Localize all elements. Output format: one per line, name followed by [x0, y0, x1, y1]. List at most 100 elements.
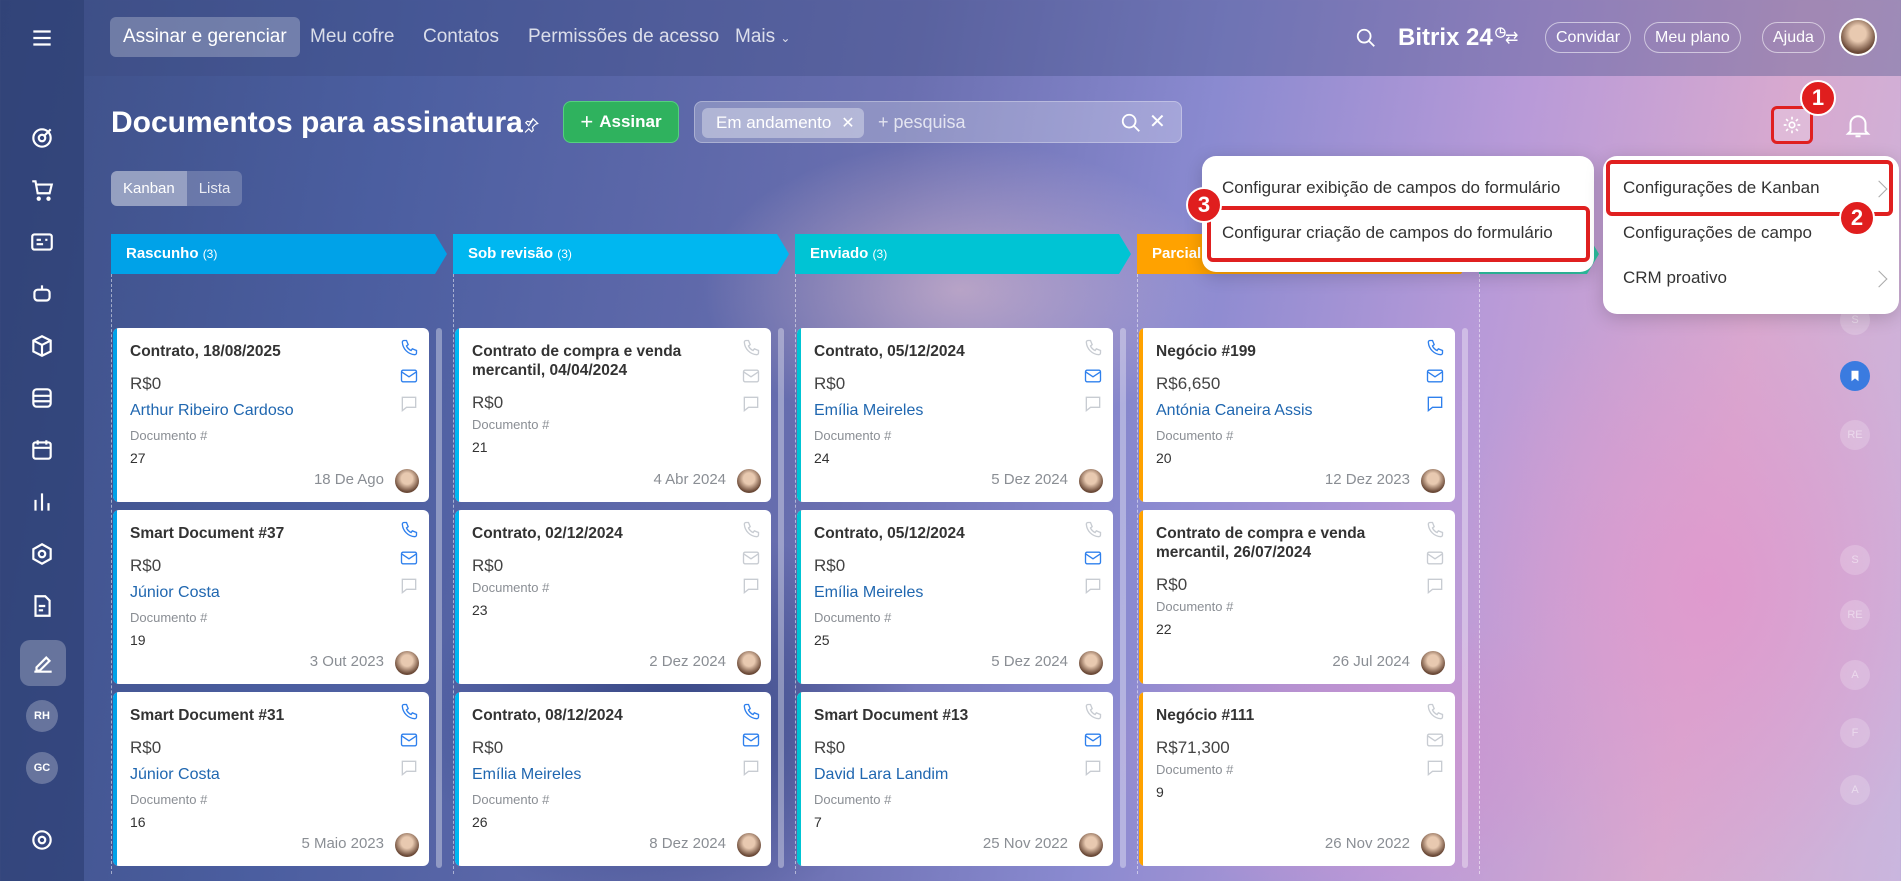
- phone-icon[interactable]: [1083, 702, 1103, 722]
- mail-icon[interactable]: [1425, 366, 1445, 386]
- bookmark-icon[interactable]: [1840, 361, 1870, 391]
- nav-sign-manage[interactable]: Assinar e gerenciar: [110, 17, 300, 57]
- avatar[interactable]: GC: [26, 752, 58, 784]
- chat-icon[interactable]: [741, 758, 761, 778]
- avatar[interactable]: [1421, 469, 1445, 493]
- card-client-link[interactable]: Emília Meireles: [814, 584, 923, 602]
- pin-icon[interactable]: [522, 116, 540, 134]
- rail-avatar[interactable]: F: [1840, 718, 1870, 748]
- mail-icon[interactable]: [741, 548, 761, 568]
- card-client-link[interactable]: Emília Meireles: [814, 402, 923, 420]
- column-scrollbar[interactable]: [778, 328, 784, 868]
- invite-button[interactable]: Convidar: [1545, 22, 1632, 53]
- rail-avatar[interactable]: RE: [1840, 420, 1870, 450]
- search-icon[interactable]: [1355, 27, 1377, 49]
- avatar[interactable]: [1079, 469, 1103, 493]
- avatar[interactable]: [395, 651, 419, 675]
- phone-icon[interactable]: [741, 702, 761, 722]
- phone-icon[interactable]: [1425, 338, 1445, 358]
- card-client-link[interactable]: Júnior Costa: [130, 584, 220, 602]
- avatar[interactable]: [395, 833, 419, 857]
- chat-icon[interactable]: [399, 758, 419, 778]
- my-plan-button[interactable]: Meu plano: [1644, 22, 1741, 53]
- chat-icon[interactable]: [399, 394, 419, 414]
- user-avatar[interactable]: [1839, 18, 1877, 56]
- search-input[interactable]: + pesquisa: [878, 112, 966, 133]
- card-title[interactable]: Contrato de compra e venda mercantil, 26…: [1156, 524, 1416, 562]
- rail-avatar[interactable]: A: [1840, 660, 1870, 690]
- chart-icon[interactable]: [22, 482, 62, 522]
- chat-icon[interactable]: [741, 576, 761, 596]
- card-client-link[interactable]: Emília Meireles: [472, 766, 581, 784]
- nav-access-permissions[interactable]: Permissões de acesso: [515, 17, 732, 57]
- column-header-enviado[interactable]: Enviado (3): [795, 234, 1131, 274]
- close-icon[interactable]: ✕: [841, 115, 854, 132]
- chat-icon[interactable]: [1425, 758, 1445, 778]
- nav-my-vault[interactable]: Meu cofre: [297, 17, 407, 57]
- column-scrollbar[interactable]: [1462, 328, 1468, 868]
- cart-icon[interactable]: [22, 170, 62, 210]
- contact-card-icon[interactable]: [22, 222, 62, 262]
- card-title[interactable]: Contrato, 08/12/2024: [472, 706, 732, 725]
- sign-button[interactable]: + Assinar: [563, 101, 679, 143]
- help-button[interactable]: Ajuda: [1762, 22, 1825, 53]
- kanban-card[interactable]: Contrato, 05/12/2024 R$0 Emília Meireles Do…: [797, 328, 1113, 502]
- mail-icon[interactable]: [399, 730, 419, 750]
- card-client-link[interactable]: David Lara Landim: [814, 766, 948, 784]
- mail-icon[interactable]: [1083, 730, 1103, 750]
- kanban-card[interactable]: Contrato, 18/08/2025 R$0 Arthur Ribeiro Ca…: [113, 328, 429, 502]
- chat-icon[interactable]: [1425, 576, 1445, 596]
- nav-contacts[interactable]: Contatos: [410, 17, 512, 57]
- mail-icon[interactable]: [1083, 366, 1103, 386]
- chat-icon[interactable]: [1083, 576, 1103, 596]
- card-title[interactable]: Contrato, 18/08/2025: [130, 342, 390, 361]
- avatar[interactable]: [737, 833, 761, 857]
- phone-icon[interactable]: [399, 520, 419, 540]
- box-icon[interactable]: [22, 326, 62, 366]
- chat-icon[interactable]: [1083, 758, 1103, 778]
- avatar[interactable]: [737, 469, 761, 493]
- card-title[interactable]: Smart Document #37: [130, 524, 390, 543]
- card-title[interactable]: Contrato, 02/12/2024: [472, 524, 732, 543]
- mail-icon[interactable]: [1425, 548, 1445, 568]
- hexagon-icon[interactable]: [22, 534, 62, 574]
- avatar[interactable]: [737, 651, 761, 675]
- menu-icon[interactable]: [22, 18, 62, 58]
- card-title[interactable]: Smart Document #31: [130, 706, 390, 725]
- avatar[interactable]: [1079, 651, 1103, 675]
- menu-item-form-display[interactable]: Configurar exibição de campos do formulá…: [1222, 178, 1560, 198]
- document-edit-icon[interactable]: [22, 586, 62, 626]
- search-icon[interactable]: [1120, 112, 1142, 134]
- avatar[interactable]: [1079, 833, 1103, 857]
- filter-search-bar[interactable]: Em andamento ✕ + pesquisa ✕: [694, 101, 1182, 143]
- kanban-card[interactable]: Negócio #199 R$6,650 Antónia Caneira Assis…: [1139, 328, 1455, 502]
- phone-icon[interactable]: [399, 702, 419, 722]
- phone-icon[interactable]: [399, 338, 419, 358]
- column-header-sob-revisao[interactable]: Sob revisão (3): [453, 234, 789, 274]
- filter-chip[interactable]: Em andamento ✕: [702, 108, 864, 138]
- card-title[interactable]: Negócio #111: [1156, 706, 1416, 725]
- mail-icon[interactable]: [741, 730, 761, 750]
- phone-icon[interactable]: [1083, 338, 1103, 358]
- kanban-card[interactable]: Contrato, 05/12/2024 R$0 Emília Meireles Do…: [797, 510, 1113, 684]
- menu-item-proactive-crm[interactable]: CRM proativo: [1623, 268, 1727, 288]
- bell-icon[interactable]: [1843, 110, 1873, 140]
- phone-icon[interactable]: [1425, 702, 1445, 722]
- avatar[interactable]: RH: [26, 700, 58, 732]
- mail-icon[interactable]: [399, 366, 419, 386]
- mail-icon[interactable]: [399, 548, 419, 568]
- chat-icon[interactable]: [1425, 394, 1445, 414]
- rail-avatar[interactable]: RE: [1840, 600, 1870, 630]
- chat-icon[interactable]: [399, 576, 419, 596]
- sliders-icon[interactable]: ⇄: [1505, 28, 1518, 48]
- kanban-card[interactable]: Smart Document #37 R$0 Júnior Costa Documen…: [113, 510, 429, 684]
- card-client-link[interactable]: Júnior Costa: [130, 766, 220, 784]
- card-client-link[interactable]: Antónia Caneira Assis: [1156, 402, 1313, 420]
- kanban-card[interactable]: Contrato de compra e venda mercantil, 26…: [1139, 510, 1455, 684]
- sign-icon[interactable]: [20, 640, 66, 686]
- tab-kanban[interactable]: Kanban: [111, 171, 187, 206]
- card-title[interactable]: Smart Document #13: [814, 706, 1074, 725]
- avatar[interactable]: [1421, 833, 1445, 857]
- mail-icon[interactable]: [1083, 548, 1103, 568]
- menu-item-field-settings[interactable]: Configurações de campo: [1623, 223, 1812, 243]
